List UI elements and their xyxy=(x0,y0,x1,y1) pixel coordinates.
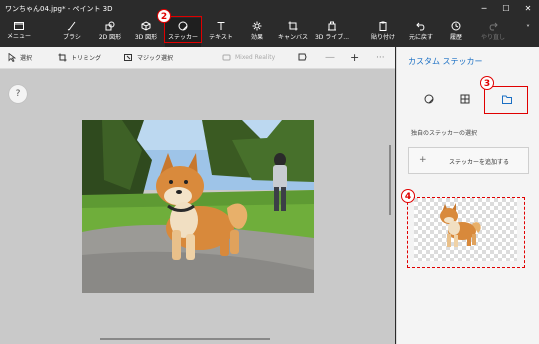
sticker-section-label: 独自のステッカーの選択 xyxy=(411,130,478,137)
history-label: 履歴 xyxy=(449,34,462,41)
redo-icon xyxy=(489,22,498,31)
texture-tab[interactable] xyxy=(454,90,476,108)
vertical-scrollbar[interactable] xyxy=(389,145,391,215)
history-button[interactable]: 履歴 xyxy=(441,18,471,47)
library-icon xyxy=(328,21,336,31)
window-controls: ─ ☐ ✕ xyxy=(473,0,539,18)
close-button[interactable]: ✕ xyxy=(517,0,539,18)
help-button[interactable]: ? xyxy=(9,85,27,103)
folder-icon xyxy=(14,22,24,30)
title-bar: ワンちゃん04.jpg* - ペイント 3D ─ ☐ ✕ xyxy=(0,0,539,18)
crop-tool[interactable]: トリミング xyxy=(58,47,101,68)
crop-icon xyxy=(58,53,67,62)
cursor-icon xyxy=(8,53,16,62)
library-3d-button[interactable]: 3D ライブ... xyxy=(313,18,351,47)
brush-tool-button[interactable]: ブラシ xyxy=(58,18,86,47)
add-sticker-label: ステッカーを追加する xyxy=(449,159,510,166)
minimize-button[interactable]: ─ xyxy=(473,0,495,18)
undo-button[interactable]: 元に戻す xyxy=(405,18,437,47)
mixed-reality-icon xyxy=(222,54,231,61)
select-tool[interactable]: 選択 xyxy=(8,47,32,68)
library-3d-label: 3D ライブ... xyxy=(314,34,350,41)
horizontal-scrollbar[interactable] xyxy=(100,338,270,340)
more-button[interactable]: ˅ xyxy=(520,18,536,47)
flag-icon xyxy=(298,53,307,61)
shapes-2d-icon xyxy=(105,21,115,31)
effects-button[interactable]: 効果 xyxy=(243,18,271,47)
plus-icon: + xyxy=(350,51,360,64)
ribbon: メニュー ブラシ 2D 図形 3D 図形 ステッカー テキスト 効果 キャンバス… xyxy=(0,18,539,47)
text-tool-button[interactable]: テキスト xyxy=(205,18,237,47)
mixed-reality-label: Mixed Reality xyxy=(235,54,276,61)
canvas-button[interactable]: キャンバス xyxy=(276,18,310,47)
effects-label: 効果 xyxy=(250,34,263,41)
canvas-area[interactable]: ? xyxy=(0,69,395,344)
mixed-reality-button[interactable]: Mixed Reality xyxy=(222,47,275,68)
crop-label: トリミング xyxy=(71,55,102,62)
canvas-photo[interactable] xyxy=(82,120,314,293)
more-icon: ˅ xyxy=(526,24,530,33)
step-marker-4: 4 xyxy=(401,189,415,203)
redo-button[interactable]: やり直し xyxy=(476,18,510,47)
clipboard-icon xyxy=(379,21,387,31)
minus-icon: — xyxy=(325,52,335,63)
magic-select-label: マジック選択 xyxy=(137,55,174,62)
text-label: テキスト xyxy=(209,34,233,41)
flag-button[interactable] xyxy=(298,47,307,68)
step-marker-3: 3 xyxy=(480,76,494,90)
plus-icon: + xyxy=(419,155,427,165)
paste-button[interactable]: 貼り付け xyxy=(366,18,400,47)
paste-label: 貼り付け xyxy=(370,34,395,41)
sticker-thumbnail-highlight xyxy=(407,197,525,268)
text-icon xyxy=(217,22,225,30)
brush-label: ブラシ xyxy=(63,34,81,41)
sticker-icon xyxy=(424,94,434,104)
overflow-menu-button[interactable]: ··· xyxy=(376,47,385,68)
magic-select-icon xyxy=(124,54,132,61)
maximize-button[interactable]: ☐ xyxy=(495,0,517,18)
menu-label: メニュー xyxy=(6,33,31,40)
canvas-icon xyxy=(288,21,298,31)
history-icon xyxy=(451,21,461,31)
ellipsis-icon: ··· xyxy=(376,52,385,63)
shapes-3d-label: 3D 図形 xyxy=(134,34,158,41)
zoom-in-button[interactable]: + xyxy=(350,47,359,68)
menu-button[interactable]: メニュー xyxy=(2,18,36,47)
dog-photo-image xyxy=(82,120,314,293)
magic-select-tool[interactable]: マジック選択 xyxy=(124,47,173,68)
shapes-2d-label: 2D 図形 xyxy=(98,34,122,41)
select-label: 選択 xyxy=(20,55,33,62)
texture-icon xyxy=(460,94,470,104)
step-marker-2: 2 xyxy=(157,9,171,23)
window-title: ワンちゃん04.jpg* - ペイント 3D xyxy=(5,5,113,13)
shapes-3d-button[interactable]: 3D 図形 xyxy=(130,18,162,47)
shapes-2d-button[interactable]: 2D 図形 xyxy=(94,18,126,47)
undo-label: 元に戻す xyxy=(408,34,433,41)
panel-title: カスタム ステッカー xyxy=(408,57,483,66)
undo-icon xyxy=(416,22,425,31)
redo-label: やり直し xyxy=(480,34,505,41)
add-sticker-button[interactable]: + ステッカーを追加する xyxy=(408,147,529,174)
sun-icon xyxy=(252,21,262,31)
brush-icon xyxy=(67,21,76,31)
canvas-label: キャンバス xyxy=(277,34,308,41)
cube-icon xyxy=(141,21,151,31)
sticker-tab[interactable] xyxy=(418,90,440,108)
custom-sticker-tab-highlight xyxy=(484,86,528,114)
zoom-out-button[interactable]: — xyxy=(325,47,335,68)
tool-options-bar: 選択 トリミング マジック選択 Mixed Reality — + ··· xyxy=(0,47,395,69)
